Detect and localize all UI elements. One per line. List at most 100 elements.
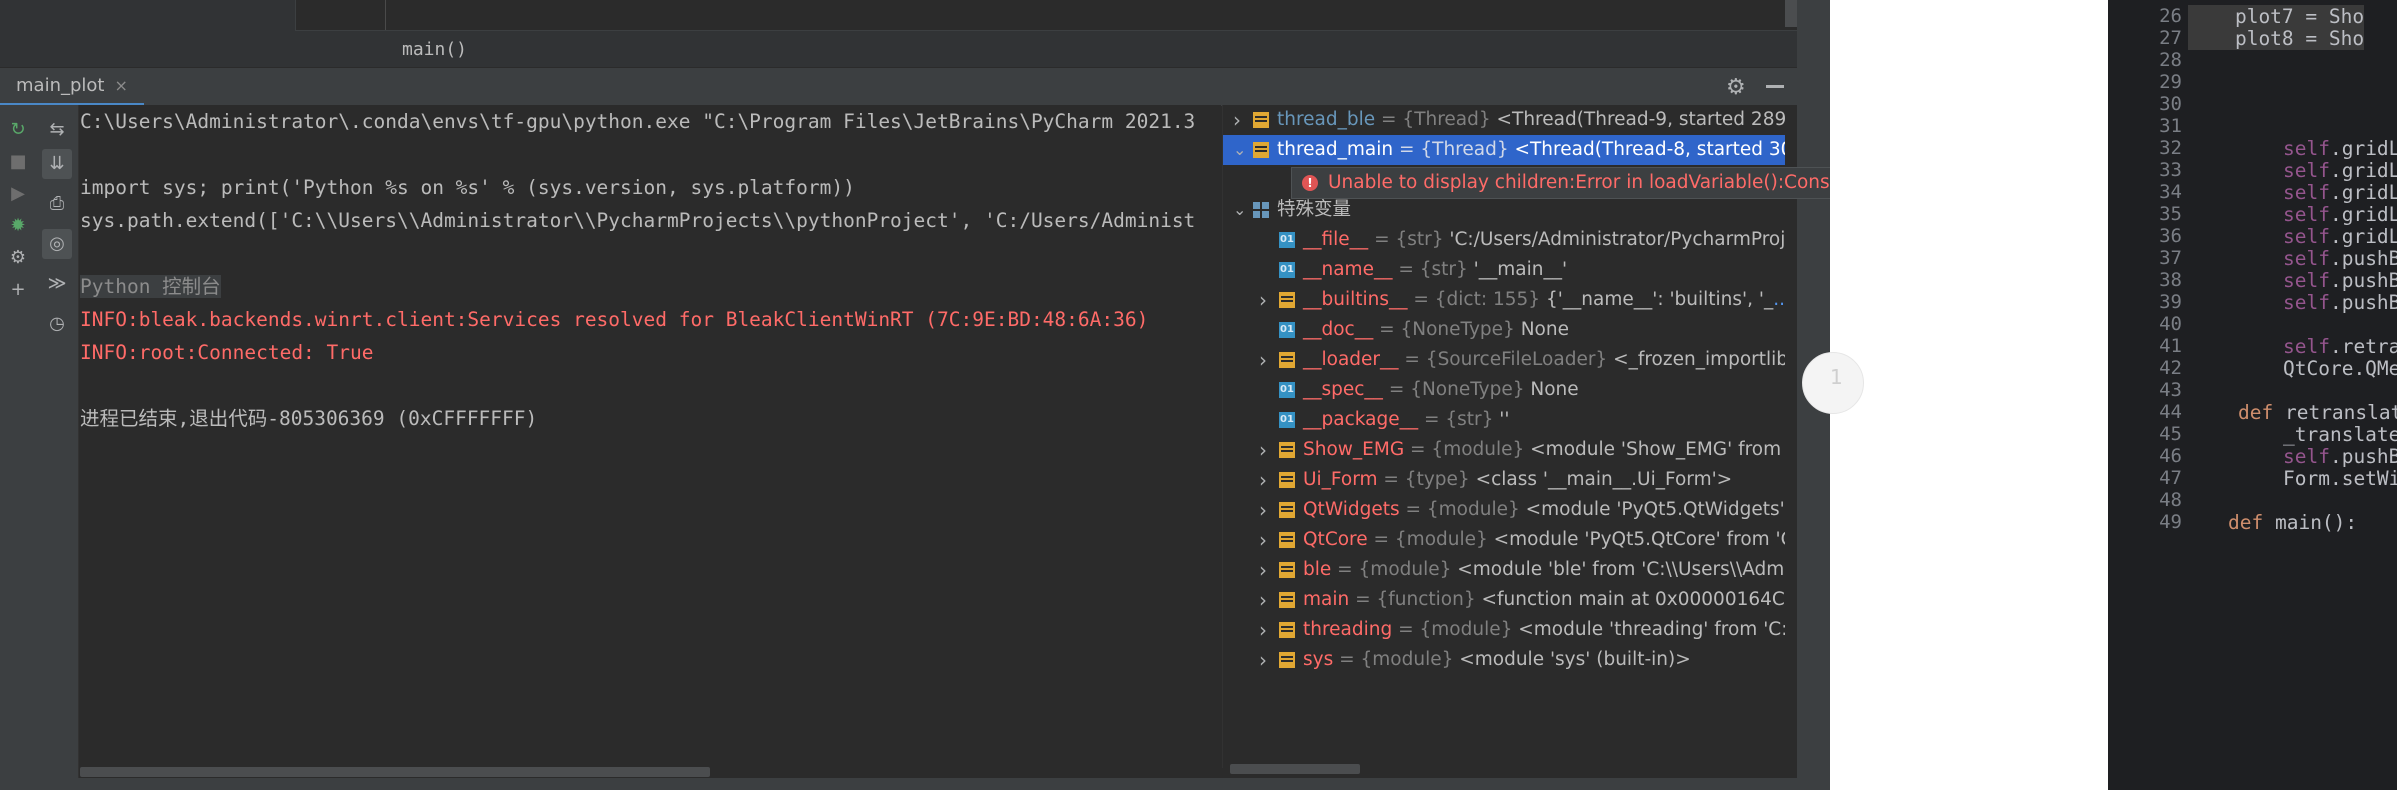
variable-row[interactable]: › __loader__ = {SourceFileLoader} <_froze… xyxy=(1223,345,1798,375)
variable-name: Ui_Form xyxy=(1303,469,1378,490)
variable-text: __loader__ = {SourceFileLoader} <_frozen… xyxy=(1303,345,1798,375)
add-icon[interactable]: + xyxy=(4,279,32,300)
variables-panel[interactable]: › thread_ble = {Thread} <Thread(Thread-9,… xyxy=(1222,105,1798,768)
variable-name: sys xyxy=(1303,649,1334,670)
variable-row[interactable]: › thread_ble = {Thread} <Thread(Thread-9,… xyxy=(1223,105,1798,135)
variable-text: main = {function} <function main at 0x00… xyxy=(1303,585,1798,615)
variable-text: thread_main = {Thread} <Thread(Thread-8,… xyxy=(1277,135,1798,165)
variable-text: QtCore = {module} <module 'PyQt5.QtCore'… xyxy=(1303,525,1798,555)
chevron-right-icon[interactable]: › xyxy=(1233,105,1241,135)
show-variables-icon[interactable]: ◎ xyxy=(42,229,72,259)
variable-type: = {module} xyxy=(1404,439,1531,460)
variable-text: threading = {module} <module 'threading'… xyxy=(1303,615,1798,645)
variable-type: = {Thread} xyxy=(1375,109,1497,130)
variable-row[interactable]: 01 __package__ = {str} '' xyxy=(1223,405,1798,435)
def-keyword: def xyxy=(2238,401,2274,424)
stop-icon[interactable]: ■ xyxy=(4,151,32,172)
breadcrumb[interactable]: main() xyxy=(402,39,467,60)
variable-type: = {module} xyxy=(1392,619,1519,640)
chevron-right-icon[interactable]: › xyxy=(1259,435,1267,465)
object-icon xyxy=(1279,292,1295,308)
variable-row[interactable]: 01 __doc__ = {NoneType} None xyxy=(1223,315,1798,345)
chevron-right-icon[interactable]: › xyxy=(1259,615,1267,645)
history-icon[interactable]: ◷ xyxy=(42,309,72,339)
variable-row[interactable]: › Show_EMG = {module} <module 'Show_EMG' … xyxy=(1223,435,1798,465)
variable-name: QtCore xyxy=(1303,529,1368,550)
variable-name: threading xyxy=(1303,619,1393,640)
variable-type: = {NoneType} xyxy=(1373,319,1521,340)
chevron-right-icon[interactable]: › xyxy=(1259,495,1267,525)
def-keyword: def xyxy=(2228,511,2264,534)
console-prompt-label: Python 控制台 xyxy=(80,275,221,298)
console-line: C:\Users\Administrator\.conda\envs\tf-gp… xyxy=(80,110,1196,133)
primitive-value-icon: 01 xyxy=(1279,262,1295,278)
console-output[interactable]: C:\Users\Administrator\.conda\envs\tf-gp… xyxy=(79,105,1221,768)
editor-scrollbar[interactable] xyxy=(1785,0,1797,27)
variable-row[interactable]: › Ui_Form = {type} <class '__main__.Ui_Fo… xyxy=(1223,465,1798,495)
variable-row[interactable]: 01 __file__ = {str} 'C:/Users/Administrat… xyxy=(1223,225,1798,255)
chevron-right-icon[interactable]: › xyxy=(1259,465,1267,495)
settings-icon[interactable]: ⚙ xyxy=(4,247,32,268)
variables-horizontal-scrollbar[interactable] xyxy=(1230,764,1360,774)
code-line: plot8 = Sho xyxy=(2188,22,2365,55)
chevron-right-icon[interactable]: › xyxy=(1259,525,1267,555)
variable-row[interactable]: › __builtins__ = {dict: 155} {'__name__':… xyxy=(1223,285,1798,315)
object-icon xyxy=(1279,532,1295,548)
variable-row[interactable]: › QtCore = {module} <module 'PyQt5.QtCore… xyxy=(1223,525,1798,555)
gear-icon[interactable]: ⚙ xyxy=(1726,75,1746,100)
variable-name: QtWidgets xyxy=(1303,499,1400,520)
scroll-to-end-icon[interactable]: ⇊ xyxy=(42,149,72,179)
chevron-right-icon[interactable]: › xyxy=(1259,345,1267,375)
variable-row[interactable]: › ble = {module} <module 'ble' from 'C:\\… xyxy=(1223,555,1798,585)
minimize-icon[interactable] xyxy=(1766,85,1784,88)
variable-row[interactable]: › threading = {module} <module 'threading… xyxy=(1223,615,1798,645)
variable-row[interactable]: 01 __spec__ = {NoneType} None xyxy=(1223,375,1798,405)
pycharm-window: main() main_plot × ⚙ ↻ ■ ▶ ✹ ⚙ + ⇆ ⇊ ⎙ ◎… xyxy=(0,0,1830,790)
secondary-code-editor[interactable]: 26 plot7 = Sho 27 plot8 = Sho 28 29 30 31 32 se… xyxy=(2108,0,2397,790)
variable-value: <module 'sys' (built-in)> xyxy=(1459,649,1691,670)
variable-row[interactable]: › main = {function} <function main at 0x0… xyxy=(1223,585,1798,615)
variable-text: __builtins__ = {dict: 155} {'__name__': … xyxy=(1303,285,1798,315)
code-line: def main(): xyxy=(2228,506,2357,539)
variable-name: __name__ xyxy=(1303,259,1393,280)
rerun-icon[interactable]: ↻ xyxy=(4,119,32,140)
chevron-right-icon[interactable]: › xyxy=(1259,555,1267,585)
soft-wrap-icon[interactable]: ⇆ xyxy=(42,115,72,145)
variable-text: __doc__ = {NoneType} None xyxy=(1303,315,1569,345)
editor-gutter-line xyxy=(385,0,386,30)
close-icon[interactable]: × xyxy=(114,76,127,95)
editor-top-strip: main() xyxy=(0,0,1830,68)
variable-type: = {NoneType} xyxy=(1382,379,1531,400)
variable-type: = {module} xyxy=(1367,529,1494,550)
variable-name: __spec__ xyxy=(1303,379,1383,400)
resume-icon[interactable]: ▶ xyxy=(4,183,32,204)
variable-row[interactable]: › sys = {module} <module 'sys' (built-in)… xyxy=(1223,645,1798,675)
chevron-right-icon[interactable]: › xyxy=(1259,285,1267,315)
variable-value: <module 'Show_EMG' from 'C:\\ xyxy=(1530,439,1798,460)
variable-row[interactable]: › QtWidgets = {module} <module 'PyQt5.QtW… xyxy=(1223,495,1798,525)
code-line: self.pushBu xyxy=(2283,286,2397,319)
chevron-right-icon[interactable]: › xyxy=(1259,645,1267,675)
execute-icon[interactable]: ≫ xyxy=(42,269,72,299)
chevron-down-icon[interactable]: ⌄ xyxy=(1233,195,1246,225)
variable-text: Show_EMG = {module} <module 'Show_EMG' f… xyxy=(1303,435,1798,465)
editor-area[interactable] xyxy=(295,0,1786,30)
variable-value: <_frozen_importlib_exte xyxy=(1613,349,1798,370)
debug-icon[interactable]: ✹ xyxy=(4,215,32,236)
tab-main-plot[interactable]: main_plot × xyxy=(0,68,144,106)
variable-type: = {Thread} xyxy=(1393,139,1515,160)
project-panel-edge xyxy=(0,0,295,67)
floating-badge-number: 1 xyxy=(1830,365,1843,389)
variables-vertical-scrollbar[interactable] xyxy=(1785,105,1797,768)
code-text: main(): xyxy=(2263,511,2358,534)
console-horizontal-scrollbar[interactable] xyxy=(80,767,710,777)
variable-row[interactable]: 01 __name__ = {str} '__main__' xyxy=(1223,255,1798,285)
chevron-right-icon[interactable]: › xyxy=(1259,585,1267,615)
chevron-down-icon[interactable]: ⌄ xyxy=(1233,135,1246,165)
variable-row[interactable]: ⌄ thread_main = {Thread} <Thread(Thread-8… xyxy=(1223,135,1798,165)
variable-group[interactable]: ⌄ 特殊变量 xyxy=(1223,195,1798,225)
console-toolbar: ⇆ ⇊ ⎙ ◎ ≫ ◷ xyxy=(36,105,79,790)
print-icon[interactable]: ⎙ xyxy=(42,189,72,219)
object-icon xyxy=(1279,472,1295,488)
console-line: 进程已结束,退出代码-805306369 (0xCFFFFFFF) xyxy=(80,407,538,430)
